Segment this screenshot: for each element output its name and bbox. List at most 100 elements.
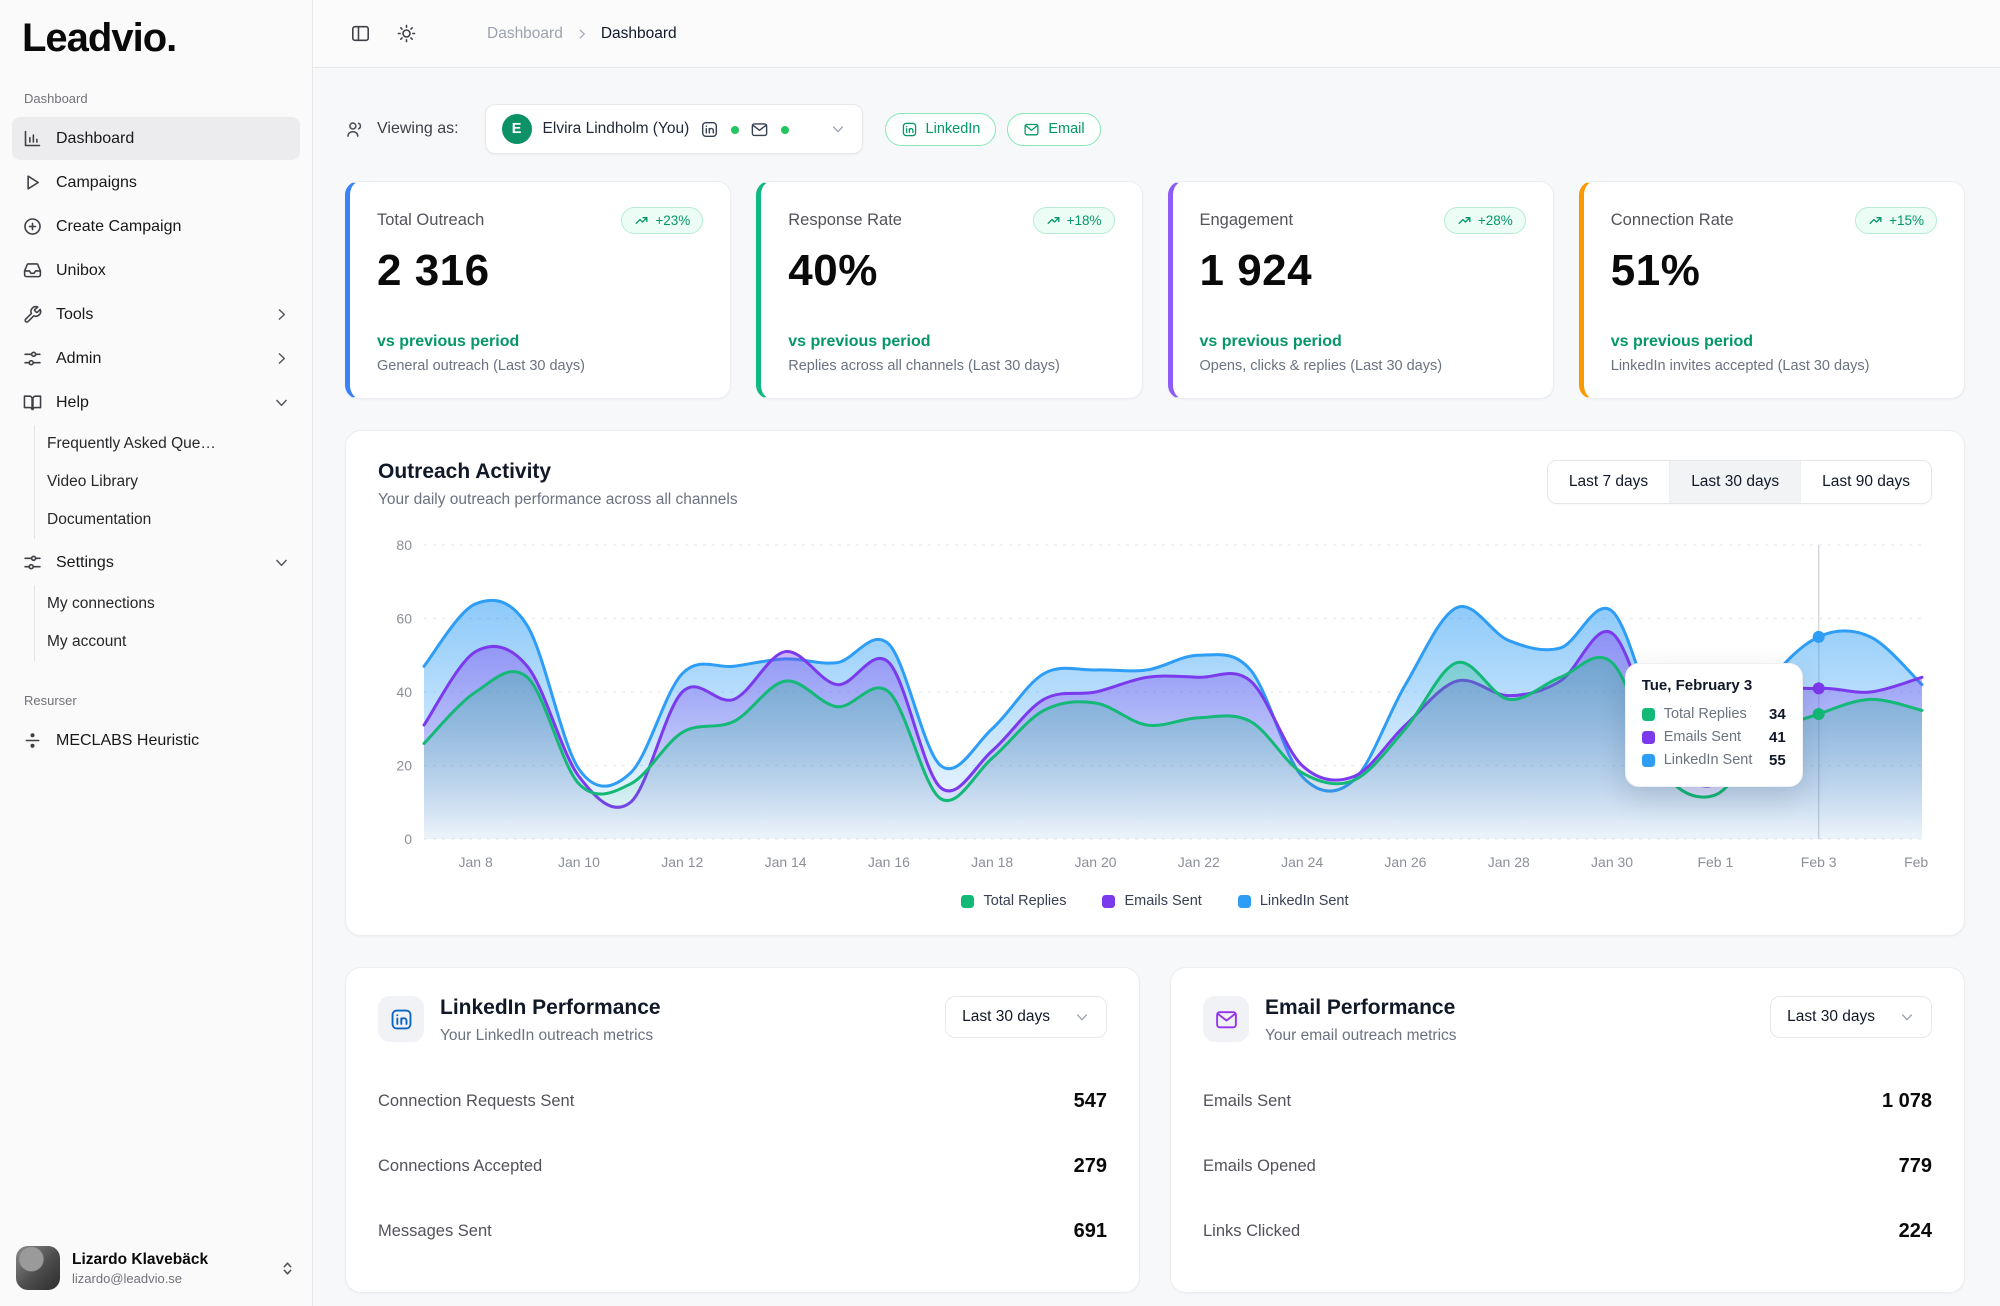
chevron-down-icon: [830, 121, 846, 137]
outreach-chart[interactable]: 020406080Jan 8Jan 10Jan 12Jan 14Jan 16Ja…: [378, 531, 1932, 883]
sidebar-item-meclabs[interactable]: MECLABS Heuristic: [12, 719, 300, 762]
theme-toggle-button[interactable]: [387, 15, 425, 53]
email-performance-subtitle: Your email outreach metrics: [1265, 1027, 1770, 1045]
user-meta: Lizardo Klavebäck lizardo@leadvio.se: [72, 1251, 267, 1286]
outreach-subtitle: Your daily outreach performance across a…: [378, 491, 738, 509]
stat-compare-label: vs previous period: [788, 333, 1114, 351]
stat-description: Replies across all channels (Last 30 day…: [788, 358, 1114, 374]
channel-pills: LinkedIn Email: [885, 113, 1101, 146]
sidebar-item-label: Tools: [56, 306, 260, 324]
app-logo: Leadvio.: [0, 0, 312, 65]
sidebar-item-label: Unibox: [56, 262, 290, 280]
date-range-group: Last 7 daysLast 30 daysLast 90 days: [1547, 460, 1932, 504]
sidebar-item-settings[interactable]: Settings: [12, 541, 300, 584]
sidebar-item-dashboard[interactable]: Dashboard: [12, 117, 300, 160]
sidebar-item-label: Dashboard: [56, 130, 290, 148]
sidebar-subitem[interactable]: Frequently Asked Questions: [35, 425, 227, 463]
users-icon: [345, 119, 366, 140]
linkedin-status-icon: [700, 120, 719, 139]
sidebar-item-create-campaign[interactable]: Create Campaign: [12, 205, 300, 248]
y-axis-tick: 0: [404, 831, 412, 847]
sidebar-subnav-settings: My connectionsMy account: [34, 585, 300, 661]
stat-title: Connection Rate: [1611, 211, 1734, 230]
metric-value: 279: [1074, 1155, 1107, 1178]
metric-row: Emails Sent 1 078: [1203, 1069, 1932, 1134]
stat-compare-label: vs previous period: [1200, 333, 1526, 351]
x-axis-tick: Jan 20: [1074, 854, 1116, 870]
tooltip-swatch: [1642, 708, 1655, 721]
sidebar-subitem[interactable]: Documentation: [35, 501, 227, 539]
linkedin-range-select[interactable]: Last 30 days: [945, 996, 1107, 1038]
hover-dot: [1813, 682, 1825, 694]
tooltip-title: Tue, February 3: [1642, 677, 1786, 694]
sidebar-item-unibox[interactable]: Unibox: [12, 249, 300, 292]
metric-row: Emails Opened779: [1203, 1134, 1932, 1199]
stat-value: 40%: [788, 246, 1114, 296]
breadcrumb-parent[interactable]: Dashboard: [487, 25, 563, 43]
divide-icon: [22, 730, 43, 751]
linkedin-logo-icon: [378, 996, 424, 1042]
sidebar-item-campaigns[interactable]: Campaigns: [12, 161, 300, 204]
tooltip-row: Emails Sent41: [1642, 726, 1786, 749]
email-range-select[interactable]: Last 30 days: [1770, 996, 1932, 1038]
sidebar-subitem[interactable]: Video Library: [35, 463, 227, 501]
legend-swatch: [1238, 895, 1251, 908]
legend-swatch: [1102, 895, 1115, 908]
sidebar-toggle-button[interactable]: [341, 15, 379, 53]
chevron-down-icon: [1899, 1009, 1915, 1025]
x-axis-tick: Feb 1: [1697, 854, 1733, 870]
sidebar-subitem[interactable]: My connections: [35, 585, 227, 623]
metric-label: Emails Sent: [1203, 1092, 1291, 1111]
sidebar-subitem[interactable]: My account: [35, 623, 227, 661]
y-axis-tick: 20: [396, 758, 412, 774]
stat-card-connection-rate: Connection Rate+15%51%vs previous period…: [1579, 181, 1965, 399]
x-axis-tick: Jan 8: [459, 854, 493, 870]
y-axis-tick: 60: [396, 611, 412, 627]
trend-badge-value: +15%: [1889, 213, 1924, 228]
x-axis-tick: Jan 22: [1178, 854, 1220, 870]
trending-up-icon: [1457, 213, 1472, 228]
linkedin-performance-title: LinkedIn Performance: [440, 996, 945, 1020]
x-axis-tick: Jan 30: [1591, 854, 1633, 870]
linkedin-range-value: Last 30 days: [962, 1008, 1050, 1026]
metric-value: 779: [1899, 1155, 1932, 1178]
channel-pill-linkedin[interactable]: LinkedIn: [885, 113, 997, 146]
stat-card-total-outreach: Total Outreach+23%2 316vs previous perio…: [345, 181, 731, 399]
email-metric-rows: Emails Sent 1 078 Emails Opened779Links Cl…: [1203, 1069, 1932, 1264]
sidebar-item-tools[interactable]: Tools: [12, 293, 300, 336]
trend-badge: +28%: [1444, 207, 1526, 234]
viewing-as-label-group: Viewing as:: [345, 119, 459, 140]
sidebar-item-help[interactable]: Help: [12, 381, 300, 424]
plus-circle-icon: [22, 216, 43, 237]
chevron-right-icon: [273, 306, 290, 323]
trending-up-icon: [1046, 213, 1061, 228]
range-button-last-7-days[interactable]: Last 7 days: [1548, 461, 1669, 503]
metric-value: 1 078: [1882, 1090, 1932, 1113]
metric-row: Connections Accepted279: [378, 1134, 1107, 1199]
mail-icon: [1023, 121, 1040, 138]
email-performance-card: Email Performance Your email outreach me…: [1170, 967, 1965, 1293]
stat-value: 51%: [1611, 246, 1937, 296]
legend-item: LinkedIn Sent: [1238, 893, 1349, 909]
x-axis-tick: Jan 10: [558, 854, 600, 870]
legend-item: Total Replies: [961, 893, 1066, 909]
channel-pill-email[interactable]: Email: [1007, 113, 1100, 146]
metric-row: Links Clicked224: [1203, 1199, 1932, 1264]
metric-value: 547: [1074, 1090, 1107, 1113]
sidebar-item-admin[interactable]: Admin: [12, 337, 300, 380]
user-menu[interactable]: Lizardo Klavebäck lizardo@leadvio.se: [0, 1230, 312, 1306]
metric-row: Messages Sent691: [378, 1199, 1107, 1264]
range-button-last-90-days[interactable]: Last 90 days: [1800, 461, 1931, 503]
linkedin-performance-header: LinkedIn Performance Your LinkedIn outre…: [378, 996, 1107, 1045]
x-axis-tick: Jan 24: [1281, 854, 1323, 870]
trend-badge: +23%: [621, 207, 703, 234]
range-button-last-30-days[interactable]: Last 30 days: [1669, 461, 1800, 503]
account-select[interactable]: E Elvira Lindholm (You): [485, 104, 863, 154]
app-window: Leadvio. Dashboard Dashboard CampaignsCre…: [0, 0, 2000, 1306]
linkedin-performance-subtitle: Your LinkedIn outreach metrics: [440, 1027, 945, 1045]
email-performance-title: Email Performance: [1265, 996, 1770, 1020]
sliders-icon: [22, 348, 43, 369]
stat-title: Total Outreach: [377, 211, 484, 230]
x-axis-tick: Feb 3: [1801, 854, 1837, 870]
chevron-right-icon: [273, 350, 290, 367]
